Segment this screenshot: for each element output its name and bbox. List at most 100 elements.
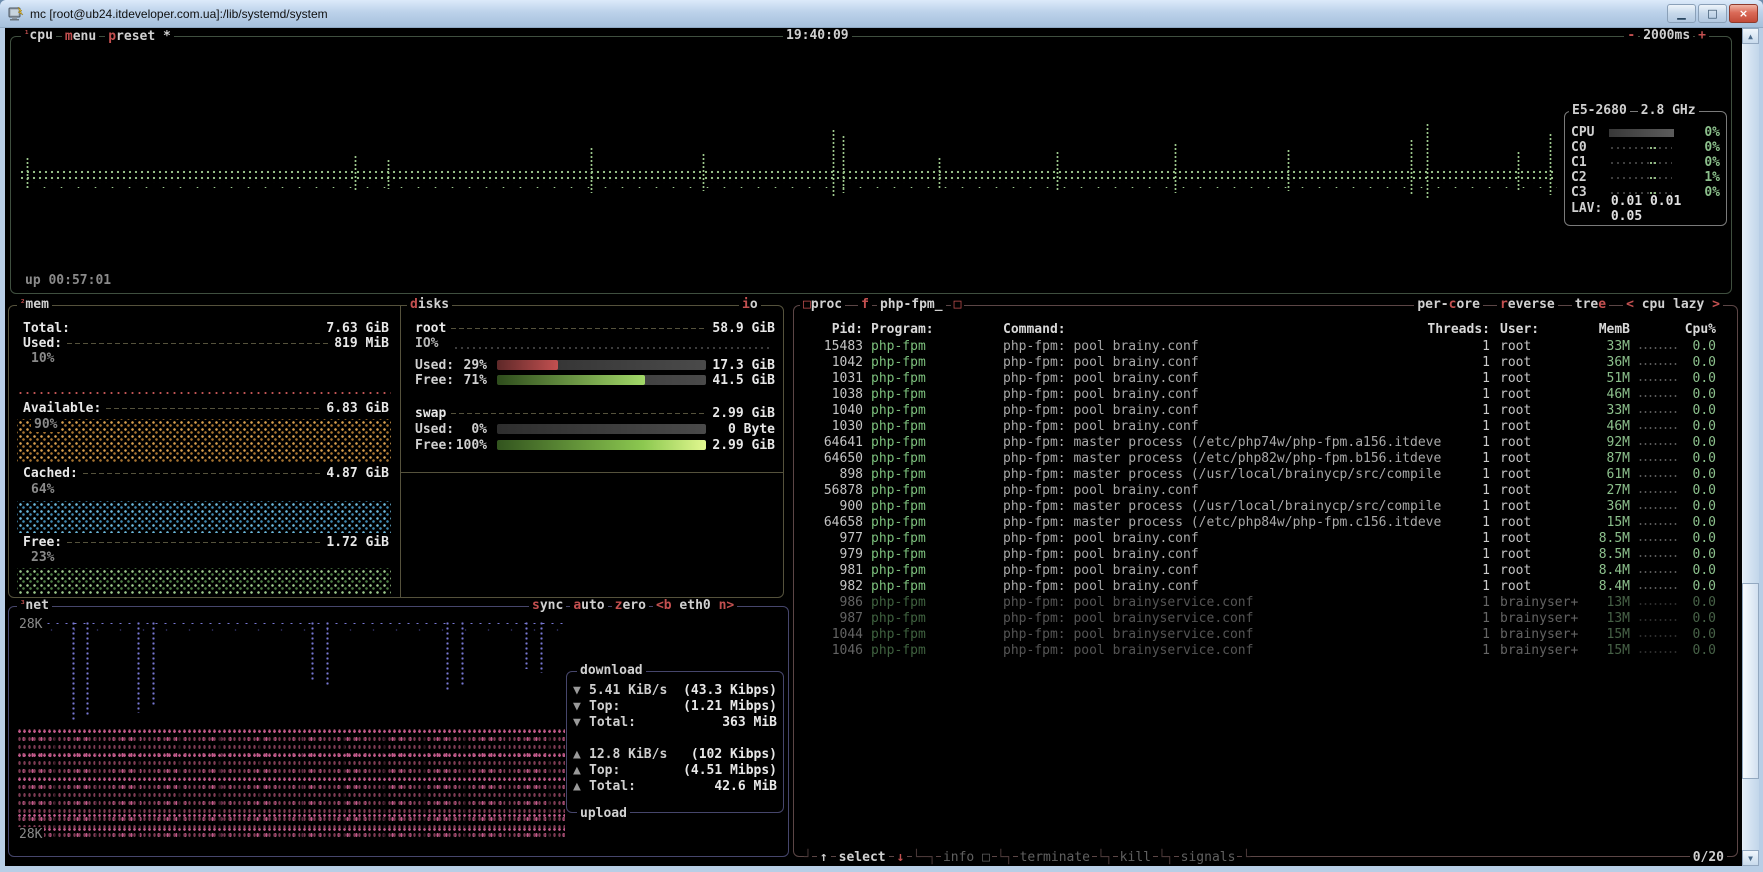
cell-memory: 8.5M [1575, 547, 1630, 563]
reverse-toggle[interactable]: reverse [1497, 297, 1558, 312]
header-program[interactable]: Program: [871, 322, 1001, 337]
tab-proc[interactable]: □proc [800, 297, 845, 312]
process-row[interactable]: 1030php-fpmphp-fpm: pool brainy.conf1roo… [796, 419, 1731, 435]
process-row[interactable]: 986php-fpmphp-fpm: pool brainyservice.co… [796, 595, 1731, 611]
filter-clear-button[interactable]: □ [951, 297, 965, 312]
titlebar[interactable]: mc [root@ub24.itdeveloper.com.ua]:/lib/s… [0, 0, 1763, 28]
process-row[interactable]: 56878php-fpmphp-fpm: pool brainy.conf1ro… [796, 483, 1731, 499]
header-threads[interactable]: Threads: [1416, 322, 1490, 337]
process-row[interactable]: 64650php-fpmphp-fpm: master process (/et… [796, 451, 1731, 467]
header-command[interactable]: Command: [1003, 322, 1443, 337]
filter-key[interactable]: f [858, 297, 872, 312]
cell-command: php-fpm: pool brainy.conf [1003, 483, 1443, 499]
tree-toggle[interactable]: tree [1572, 297, 1609, 312]
mem-cached-label: Cached: [23, 466, 78, 481]
net-stats-box: download ▼5.41 KiB/s(43.3 Kibps)▼Top:(1.… [566, 671, 784, 813]
disk-root-name: root [415, 321, 446, 336]
memory-mini-graph [1638, 394, 1678, 399]
net-zero-button[interactable]: zero [612, 598, 649, 613]
mem-cached-row: Cached: 4.87 GiB [23, 466, 389, 481]
process-row[interactable]: 900php-fpmphp-fpm: master process (/usr/… [796, 499, 1731, 515]
disk-root-free-percent: 71% [449, 373, 487, 388]
mem-free-percent: 23% [31, 550, 54, 565]
process-row[interactable]: 1044php-fpmphp-fpm: pool brainyservice.c… [796, 627, 1731, 643]
process-row[interactable]: 1031php-fpmphp-fpm: pool brainy.conf1roo… [796, 371, 1731, 387]
memory-mini-graph [1638, 474, 1678, 479]
disk-root-used-percent: 29% [449, 358, 487, 373]
process-row[interactable]: 898php-fpmphp-fpm: master process (/usr/… [796, 467, 1731, 483]
mem-used-percent: 10% [31, 351, 54, 366]
cell-threads: 1 [1416, 579, 1490, 595]
kill-button[interactable]: kill [1118, 850, 1153, 865]
cell-program: php-fpm [871, 435, 1001, 451]
process-row[interactable]: 982php-fpmphp-fpm: pool brainy.conf1root… [796, 579, 1731, 595]
tab-net[interactable]: ³net [17, 598, 52, 615]
net-sync-button[interactable]: sync [529, 598, 566, 613]
select-button[interactable]: select [836, 850, 889, 865]
cell-threads: 1 [1416, 355, 1490, 371]
cell-pid: 64650 [796, 451, 863, 467]
terminate-button[interactable]: terminate [1018, 850, 1092, 865]
signals-button[interactable]: signals [1179, 850, 1238, 865]
cpu-graph-spike [831, 129, 836, 197]
net-interface-selector[interactable]: <b eth0 n> [653, 598, 737, 613]
select-up-arrow[interactable]: ↑ [817, 850, 831, 865]
preset-button[interactable]: preset * [105, 29, 174, 44]
core-value: 0% [1680, 125, 1720, 140]
interval-value: 2000ms [1640, 28, 1693, 43]
memory-mini-graph [1638, 650, 1678, 655]
mem-free-graph [17, 568, 391, 594]
net-auto-button[interactable]: auto [570, 598, 607, 613]
uptime: up 00:57:01 [25, 273, 111, 288]
cell-command: php-fpm: pool brainy.conf [1003, 531, 1443, 547]
load-average-row: LAV: 0.01 0.01 0.05 [1571, 201, 1720, 216]
scrollbar-up-button[interactable]: ▲ [1742, 28, 1759, 44]
cpu-graph-spike [1409, 139, 1414, 195]
disk-swap-row: swap 2.99 GiB [415, 406, 775, 421]
process-row[interactable]: 64658php-fpmphp-fpm: master process (/et… [796, 515, 1731, 531]
maximize-button[interactable]: □ [1698, 4, 1727, 23]
cell-threads: 1 [1416, 371, 1490, 387]
cell-program: php-fpm [871, 451, 1001, 467]
process-row[interactable]: 15483php-fpmphp-fpm: pool brainy.conf1ro… [796, 339, 1731, 355]
scrollbar-thumb[interactable] [1742, 583, 1759, 779]
tab-mem[interactable]: ²mem [17, 297, 52, 314]
border-notch: └┐ [997, 850, 1013, 865]
core-value: 0% [1680, 140, 1720, 155]
interval-increase-button[interactable]: + [1695, 28, 1709, 43]
sort-selector[interactable]: < cpu lazy > [1623, 297, 1723, 312]
per-core-toggle[interactable]: per-core [1414, 297, 1483, 312]
scrollbar[interactable]: ▲ ▼ [1742, 28, 1759, 866]
header-pid[interactable]: Pid: [796, 322, 863, 337]
process-row[interactable]: 1042php-fpmphp-fpm: pool brainy.conf1roo… [796, 355, 1731, 371]
process-row[interactable]: 64641php-fpmphp-fpm: master process (/et… [796, 435, 1731, 451]
process-filter-input[interactable]: php-fpm_ [877, 297, 946, 312]
upload-arrow-icon: ▲ [573, 779, 589, 794]
close-button[interactable]: × [1729, 4, 1758, 23]
menu-button[interactable]: menu [62, 29, 99, 44]
cell-command: php-fpm: pool brainy.conf [1003, 419, 1443, 435]
header-cpu[interactable]: Cpu% [1671, 322, 1716, 337]
mem-free-row: Free: 1.72 GiB [23, 535, 389, 550]
cell-program: php-fpm [871, 419, 1001, 435]
info-button[interactable]: info □ [941, 850, 992, 865]
process-row[interactable]: 1046php-fpmphp-fpm: pool brainyservice.c… [796, 643, 1731, 659]
process-row[interactable]: 981php-fpmphp-fpm: pool brainy.conf1root… [796, 563, 1731, 579]
cell-command: php-fpm: pool brainy.conf [1003, 563, 1443, 579]
process-row[interactable]: 977php-fpmphp-fpm: pool brainy.conf1root… [796, 531, 1731, 547]
minimize-button[interactable]: ▁ [1667, 4, 1696, 23]
process-row[interactable]: 979php-fpmphp-fpm: pool brainy.conf1root… [796, 547, 1731, 563]
tab-cpu[interactable]: ¹cpu [21, 28, 56, 45]
cell-memory: 61M [1575, 467, 1630, 483]
proc-box: □proc f php-fpm_ □ per-core reverse tree… [793, 305, 1738, 857]
header-memory[interactable]: MemB [1575, 322, 1630, 337]
mem-cached-graph [17, 501, 391, 533]
process-row[interactable]: 987php-fpmphp-fpm: pool brainyservice.co… [796, 611, 1731, 627]
process-row[interactable]: 1038php-fpmphp-fpm: pool brainy.conf1roo… [796, 387, 1731, 403]
process-row[interactable]: 1040php-fpmphp-fpm: pool brainy.conf1roo… [796, 403, 1731, 419]
scrollbar-down-button[interactable]: ▼ [1742, 850, 1759, 866]
cpu-graph-spike [1286, 149, 1291, 191]
select-down-arrow[interactable]: ↓ [894, 850, 908, 865]
io-toggle-button[interactable]: io [739, 297, 761, 312]
interval-decrease-button[interactable]: - [1624, 28, 1638, 43]
